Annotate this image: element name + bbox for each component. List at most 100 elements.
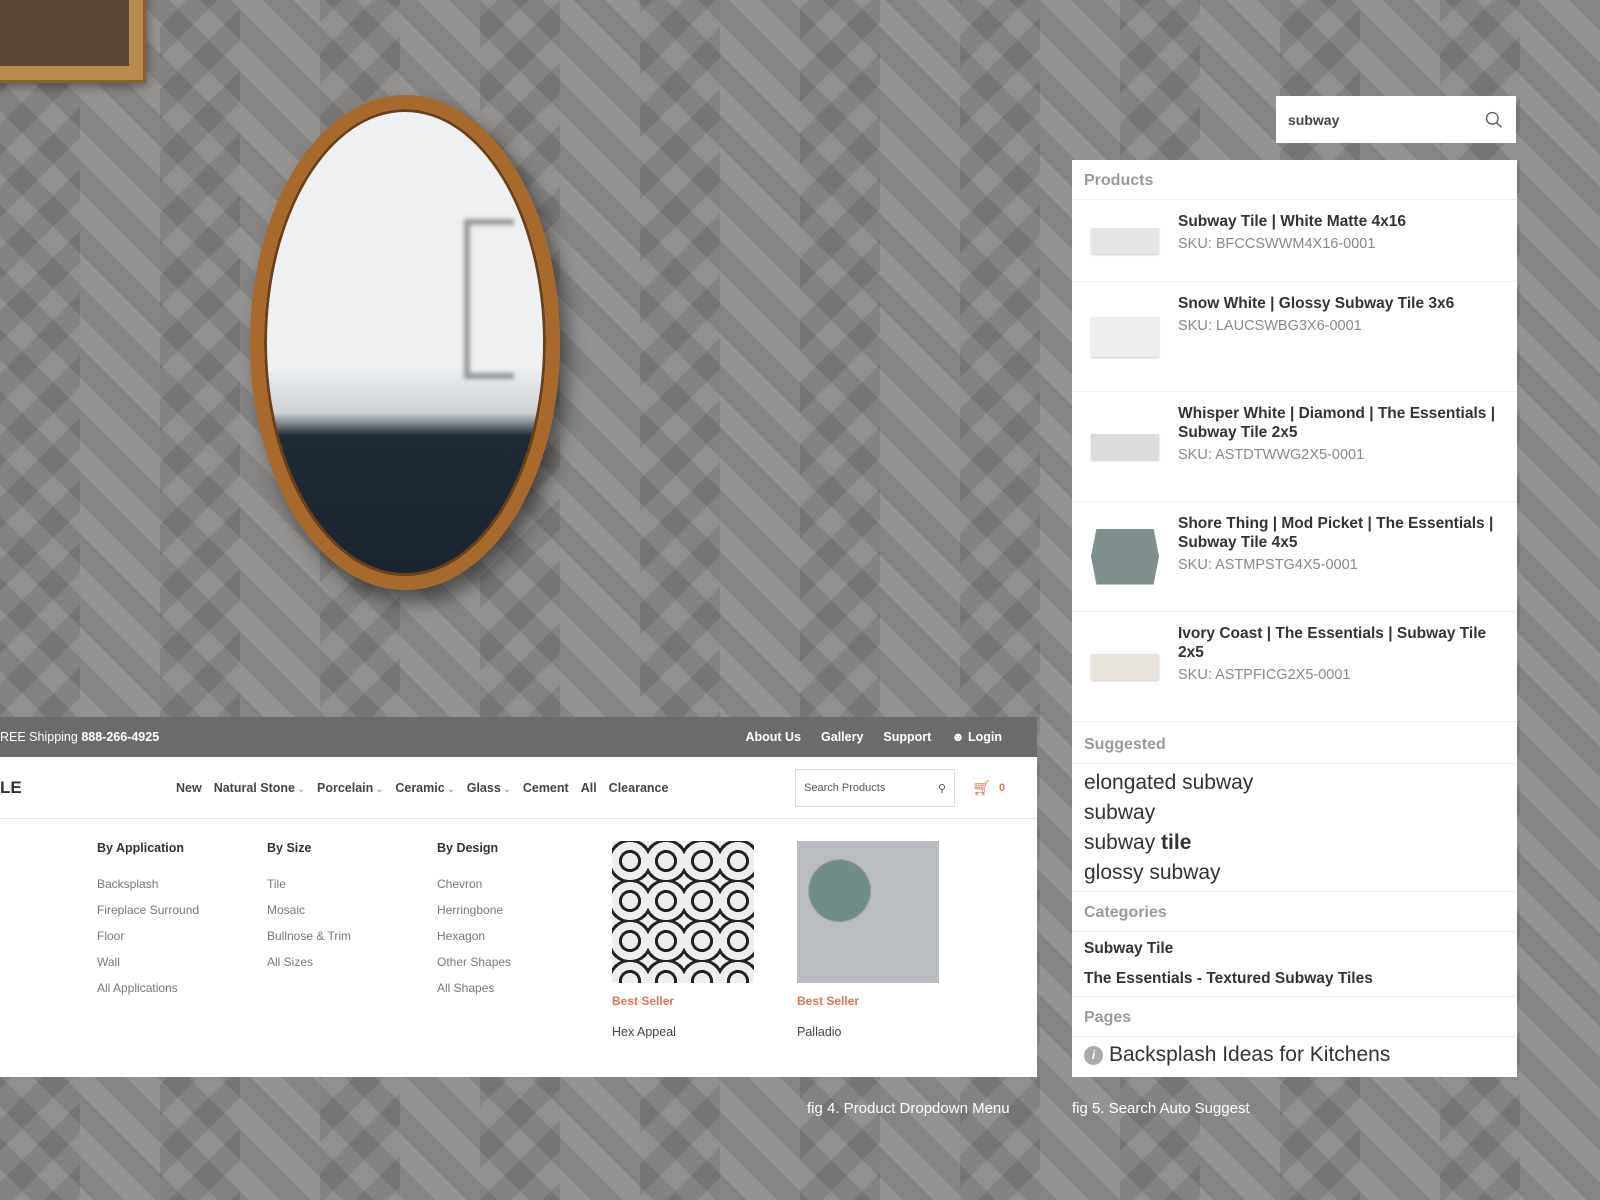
suggested-heading: Suggested [1072,724,1517,764]
product-image[interactable] [612,841,754,983]
column-heading: By Application [97,841,185,855]
user-icon: ☻ [951,730,965,744]
menu-link[interactable]: Backsplash [97,877,199,891]
featured-product[interactable]: Best Seller Hex Appeal [612,841,754,1039]
picture-frame [0,0,146,83]
suggestion-item[interactable]: subway tile [1072,828,1517,858]
product-name: Snow White | Glossy Subway Tile 3x6 [1178,295,1455,312]
menu-column: By Size Tile Mosaic Bullnose & Trim All Size… [267,841,351,981]
featured-product[interactable]: Best Seller Palladio [797,841,939,1039]
nav-search-input[interactable]: Search Products ⚲ [795,769,955,807]
menu-link[interactable]: Fireplace Surround [97,903,199,917]
suggestion-text: elongated subway [1084,771,1254,794]
oval-mirror [250,95,560,590]
support-link[interactable]: Support [883,730,931,744]
login-link[interactable]: ☻ Login [951,730,1002,744]
logo[interactable]: LE [0,778,176,798]
suggestion-item[interactable]: subway [1072,798,1517,828]
product-thumbnail [1084,294,1166,379]
menu-column: By Design Chevron Herringbone Hexagon Other … [437,841,511,1007]
product-thumbnail [1084,514,1166,599]
nav-search-placeholder: Search Products [804,782,886,794]
menu-link[interactable]: Floor [97,929,199,943]
nav-item[interactable]: Cement [523,781,569,795]
free-shipping-text: REE Shipping [0,730,78,744]
suggestion-text: subway [1084,831,1162,854]
cart-icon: 🛒︎ [972,780,992,797]
product-sku: SKU: ASTPFICG2X5-0001 [1178,667,1351,683]
product-sku: SKU: BFCCSWWM4X16-0001 [1178,236,1376,252]
product-name: Ivory Coast | The Essentials | Subway Ti… [1178,625,1487,661]
nav-item[interactable]: Clearance [609,781,669,795]
phone-link[interactable]: 888-266-4925 [81,730,159,744]
nav-item[interactable]: Glass [467,781,511,795]
nav-item[interactable]: New [176,781,202,795]
product-thumbnail [1084,624,1166,709]
suggestion-bold: tile [1161,831,1192,854]
products-heading: Products [1072,160,1517,200]
product-result[interactable]: Subway Tile | White Matte 4x16 SKU: BFCCS… [1072,200,1517,282]
category-item[interactable]: Subway Tile [1072,934,1517,964]
login-label: Login [967,730,1002,744]
search-input[interactable] [1288,111,1484,128]
best-seller-badge: Best Seller [612,994,675,1008]
nav-item[interactable]: All [581,781,597,795]
product-sku: SKU: LAUCSWBG3X6-0001 [1178,318,1362,334]
menu-link[interactable]: Herringbone [437,903,511,917]
site-header-mockup: REE Shipping 888-266-4925 About Us Galle… [0,717,1037,1077]
menu-link[interactable]: Wall [97,955,199,969]
menu-link[interactable]: All Sizes [267,955,351,969]
product-name: Shore Thing | Mod Picket | The Essential… [1178,515,1494,551]
menu-link[interactable]: Chevron [437,877,511,891]
column-heading: By Design [437,841,499,855]
suggestion-item[interactable]: glossy subway [1072,858,1517,888]
page-result-label: Backsplash Ideas for Kitchens [1109,1043,1391,1066]
autosuggest-panel: Products Subway Tile | White Matte 4x16 S… [1072,160,1517,1077]
menu-link[interactable]: All Applications [97,981,199,995]
product-image[interactable] [797,841,939,983]
caption-fig4: fig 4. Product Dropdown Menu [807,1100,1010,1117]
info-icon: i [1084,1045,1103,1065]
page-result[interactable]: i Backsplash Ideas for Kitchens [1072,1037,1517,1073]
best-seller-badge: Best Seller [797,994,860,1008]
menu-link[interactable]: All Shapes [437,981,511,995]
top-bar: REE Shipping 888-266-4925 About Us Galle… [0,717,1037,757]
category-item[interactable]: The Essentials - Textured Subway Tiles [1072,964,1517,994]
suggestion-item[interactable]: elongated subway [1072,768,1517,798]
product-name: Whisper White | Diamond | The Essentials… [1178,405,1496,441]
product-name[interactable]: Hex Appeal [612,1025,754,1039]
product-result[interactable]: Shore Thing | Mod Picket | The Essential… [1072,502,1517,612]
about-us-link[interactable]: About Us [745,730,801,744]
pages-heading: Pages [1072,997,1517,1037]
product-name: Subway Tile | White Matte 4x16 [1178,213,1407,230]
search-icon[interactable] [1484,107,1504,133]
search-box[interactable] [1276,96,1516,143]
cart-count: 0 [999,782,1006,794]
main-nav: LE New Natural Stone Porcelain Ceramic Glass… [0,757,1037,819]
menu-link[interactable]: Mosaic [267,903,351,917]
product-name[interactable]: Palladio [797,1025,939,1039]
nav-item[interactable]: Porcelain [317,781,383,795]
gallery-link[interactable]: Gallery [821,730,863,744]
nav-item[interactable]: Ceramic [395,781,454,795]
suggestion-text: subway [1084,801,1156,824]
caption-fig5: fig 5. Search Auto Suggest [1072,1100,1250,1117]
product-result[interactable]: Whisper White | Diamond | The Essentials… [1072,392,1517,502]
cart-button[interactable]: 🛒︎ 0 [972,779,1005,797]
product-result[interactable]: Ivory Coast | The Essentials | Subway Ti… [1072,612,1517,722]
nav-item[interactable]: Natural Stone [214,781,305,795]
menu-link[interactable]: Bullnose & Trim [267,929,351,943]
menu-link[interactable]: Hexagon [437,929,511,943]
product-result[interactable]: Snow White | Glossy Subway Tile 3x6 SKU: … [1072,282,1517,392]
menu-link[interactable]: Other Shapes [437,955,511,969]
product-sku: SKU: ASTDTWWG2X5-0001 [1178,447,1365,463]
menu-column: By Application Backsplash Fireplace Surrou… [97,841,199,1007]
categories-heading: Categories [1072,892,1517,932]
column-heading: By Size [267,841,312,855]
suggestion-text: glossy subway [1084,861,1221,884]
menu-link[interactable]: Tile [267,877,351,891]
search-icon[interactable]: ⚲ [938,782,946,795]
product-thumbnail [1084,212,1166,269]
product-thumbnail [1084,404,1166,489]
mega-menu: By Application Backsplash Fireplace Surrou… [0,819,1037,1075]
